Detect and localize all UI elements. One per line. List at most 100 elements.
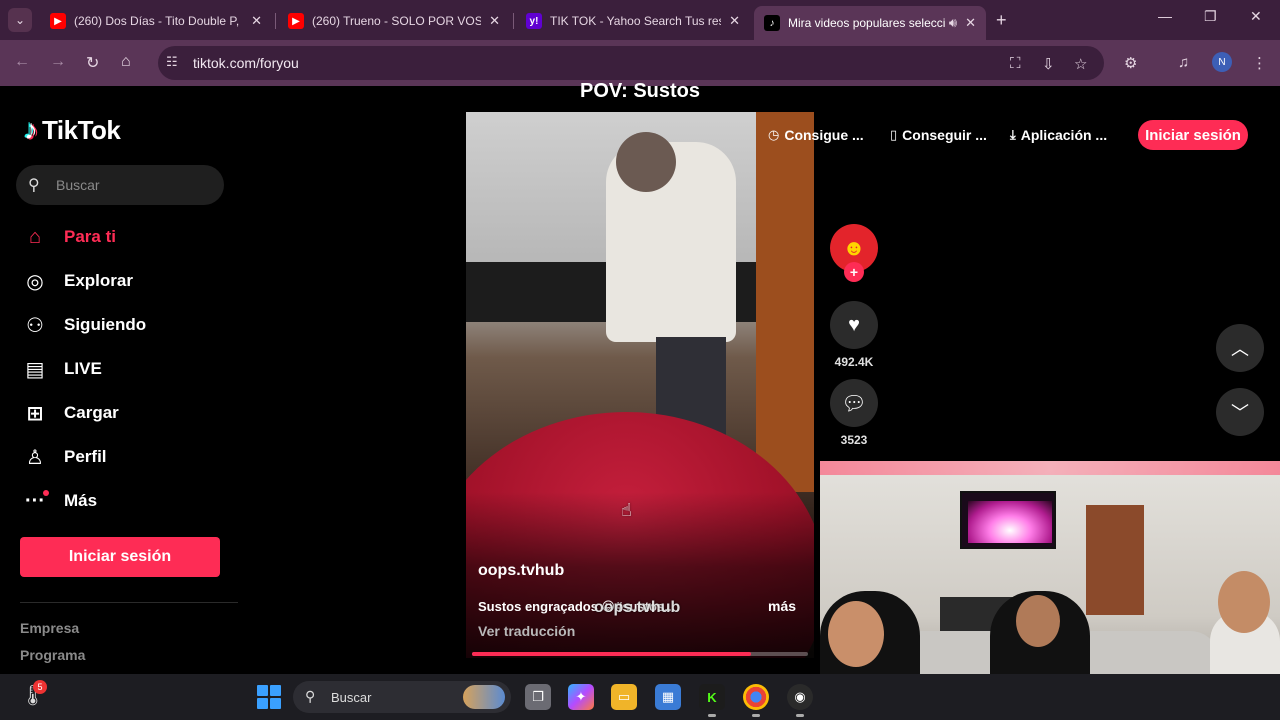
previous-video-button[interactable]: ︿ — [1216, 324, 1264, 372]
tab-youtube-dos-dias[interactable]: ▶ (260) Dos Días - Tito Double P, Peso P… — [40, 6, 272, 36]
footer-link-empresa[interactable]: Empresa — [20, 620, 79, 636]
microsoft-store-icon[interactable]: ▦ — [655, 684, 681, 710]
search-placeholder: Buscar — [56, 177, 100, 193]
caption-more-button[interactable]: más — [768, 598, 796, 614]
taskbar-search[interactable]: ⚲ Buscar — [293, 681, 511, 713]
nav-label: LIVE — [64, 359, 102, 378]
tiktok-sidebar: ♪ TikTok ⚲ Buscar ⌂ Para ti ◎ Explorar ⚇… — [0, 86, 240, 674]
download-app-link[interactable]: ⤓ Aplicación ... — [1010, 120, 1107, 150]
back-icon[interactable]: ← — [14, 53, 30, 71]
video-watermark: oops.tvhub — [594, 599, 681, 616]
file-explorer-icon[interactable]: ▭ — [611, 684, 637, 710]
video-progress-fill — [472, 652, 751, 656]
chrome-icon[interactable] — [743, 684, 769, 710]
close-tab-icon[interactable]: ✕ — [965, 15, 976, 31]
following-icon: ⚇ — [26, 314, 44, 337]
compass-icon: ◎ — [26, 270, 44, 293]
chevron-up-icon: ︿ — [1231, 339, 1249, 359]
install-app-icon[interactable]: ⇩ — [1042, 55, 1055, 73]
forward-icon[interactable]: → — [50, 53, 66, 71]
obs-icon[interactable]: ◉ — [787, 684, 813, 710]
nav-label: Siguiendo — [64, 315, 147, 334]
widget-badge: 5 — [33, 680, 47, 694]
extensions-icon[interactable]: ⚙ — [1124, 54, 1137, 72]
tab-search-button[interactable]: ⌄ — [8, 8, 32, 32]
notification-dot — [43, 490, 49, 496]
tiktok-note-icon: ♪ — [24, 114, 38, 145]
taskbar-search-label: Buscar — [331, 690, 372, 705]
tab-youtube-trueno[interactable]: ▶ (260) Trueno - SOLO POR VOS (prod. Tat… — [278, 6, 510, 36]
browser-menu-icon[interactable]: ⋮ — [1252, 54, 1267, 72]
heart-icon: ♥ — [848, 313, 860, 336]
tab-yahoo-search[interactable]: y! TIK TOK - Yahoo Search Tus resultados… — [516, 6, 750, 36]
follow-plus-icon[interactable]: + — [844, 262, 864, 282]
video-progress-bar[interactable] — [472, 652, 808, 656]
tiktok-coin-icon: ◷ — [768, 127, 780, 142]
start-button[interactable] — [257, 685, 281, 709]
translate-icon[interactable]: ⛶ — [1010, 55, 1021, 72]
home-icon: ⌂ — [28, 225, 42, 248]
tab-separator — [275, 13, 276, 29]
nav-cargar[interactable]: ⊞ Cargar — [22, 395, 119, 431]
login-button-sidebar[interactable]: Iniciar sesión — [20, 537, 220, 577]
copilot-icon[interactable]: ✦ — [568, 684, 594, 710]
audio-playing-icon[interactable]: 🔊︎ — [949, 15, 957, 31]
url-text[interactable]: tiktok.com/foryou — [193, 55, 299, 71]
nav-mas[interactable]: ··· Más — [22, 483, 97, 519]
nav-label: Más — [64, 491, 98, 510]
upload-icon: ⊞ — [26, 402, 44, 425]
new-tab-button[interactable]: + — [996, 10, 1007, 31]
nav-para-ti[interactable]: ⌂ Para ti — [22, 219, 116, 255]
home-icon[interactable]: ⌂ — [121, 53, 131, 71]
close-tab-icon[interactable]: ✕ — [251, 13, 262, 29]
minimize-icon[interactable]: — — [1158, 8, 1172, 24]
download-icon: ⤓ — [1010, 127, 1016, 142]
media-control-icon[interactable]: ♫ — [1178, 54, 1189, 71]
nav-siguiendo[interactable]: ⚇ Siguiendo — [22, 307, 146, 343]
running-indicator — [708, 714, 716, 717]
close-tab-icon[interactable]: ✕ — [729, 13, 740, 29]
brand-name: TikTok — [42, 114, 121, 145]
video-player[interactable]: oops.tvhub Sustos engraçados 😝#sustos...… — [466, 112, 814, 658]
webcam-face-center — [1016, 595, 1060, 647]
login-button-top[interactable]: Iniciar sesión — [1138, 120, 1248, 150]
video-frame-cabinet — [756, 112, 814, 492]
like-button[interactable]: ♥ — [830, 301, 878, 349]
profile-icon: ♙ — [26, 446, 44, 469]
reload-icon[interactable]: ↻ — [86, 53, 99, 73]
live-tv-icon: ▤ — [25, 358, 45, 381]
video-frame-person-head — [616, 132, 676, 192]
search-input[interactable]: ⚲ Buscar — [16, 165, 224, 205]
close-window-icon[interactable]: ✕ — [1250, 8, 1262, 25]
profile-avatar[interactable]: N — [1212, 52, 1232, 72]
tab-title: TIK TOK - Yahoo Search Tus resultados de… — [550, 14, 721, 28]
running-indicator — [752, 714, 760, 717]
get-coins-link[interactable]: ◷ Consigue ... — [768, 120, 864, 150]
video-author[interactable]: oops.tvhub — [478, 562, 564, 580]
nav-label: Explorar — [64, 271, 133, 290]
top-link-label: Aplicación ... — [1020, 127, 1108, 143]
tiktok-logo[interactable]: ♪ TikTok — [24, 114, 121, 146]
bookmark-star-icon[interactable]: ☆ — [1074, 55, 1087, 73]
site-info-icon[interactable]: ☷ — [166, 54, 178, 70]
webcam-tv-fireplace — [968, 501, 1052, 543]
tab-title: (260) Trueno - SOLO POR VOS (prod. Tatoo… — [312, 14, 482, 28]
top-link-label: Consigue ... — [784, 127, 864, 143]
tab-tiktok-active[interactable]: ♪ Mira videos populares seleccionados pa… — [754, 6, 986, 40]
see-translation-button[interactable]: Ver traducción — [478, 623, 575, 639]
comment-button[interactable]: 💬︎ — [830, 379, 878, 427]
task-view-icon[interactable]: ❐ — [525, 684, 551, 710]
restore-icon[interactable]: ❐ — [1204, 8, 1217, 25]
address-bar[interactable]: ☷ tiktok.com/foryou ⛶ ⇩ ☆ — [158, 46, 1104, 80]
footer-link-programa[interactable]: Programa — [20, 647, 85, 663]
close-tab-icon[interactable]: ✕ — [489, 13, 500, 29]
nav-perfil[interactable]: ♙ Perfil — [22, 439, 107, 475]
nav-live[interactable]: ▤ LIVE — [22, 351, 102, 387]
like-count: 492.4K — [834, 355, 874, 369]
nav-explorar[interactable]: ◎ Explorar — [22, 263, 133, 299]
phone-icon: ▯ — [890, 127, 898, 142]
next-video-button[interactable]: ﹀ — [1216, 388, 1264, 436]
kick-app-icon[interactable]: K — [699, 684, 725, 710]
get-app-link[interactable]: ▯ Conseguir ... — [890, 120, 987, 150]
webcam-led-strip — [820, 461, 1280, 475]
